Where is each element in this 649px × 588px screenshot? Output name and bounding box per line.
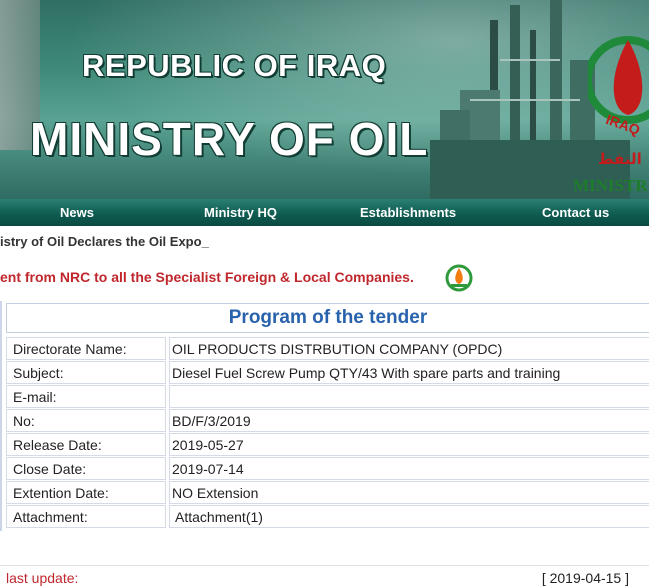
table-row: Extention Date: NO Extension	[6, 481, 649, 504]
table-row: E-mail:	[6, 385, 649, 408]
table-row: Directorate Name: OIL PRODUCTS DISTRBUTI…	[6, 337, 649, 360]
table-row: Release Date: 2019-05-27	[6, 433, 649, 456]
announcement-line[interactable]: ent from NRC to all the Specialist Forei…	[0, 269, 414, 285]
row-value: 2019-07-14	[169, 457, 649, 480]
nav-contact-us[interactable]: Contact us	[542, 205, 609, 220]
tender-heading: Program of the tender	[6, 303, 649, 333]
row-value: NO Extension	[169, 481, 649, 504]
row-label: Close Date:	[6, 457, 166, 480]
page-footer: last update: [ 2019-04-15 ]	[0, 565, 649, 588]
table-row: Close Date: 2019-07-14	[6, 457, 649, 480]
nav-establishments[interactable]: Establishments	[360, 205, 456, 220]
table-frame	[0, 301, 2, 531]
header-banner: REPUBLIC OF IRAQ MINISTRY OF OIL IRAQ ال…	[0, 0, 649, 199]
row-label: E-mail:	[6, 385, 166, 408]
row-label: Directorate Name:	[6, 337, 166, 360]
row-value-cell: Attachment(1)	[169, 505, 649, 528]
row-label: No:	[6, 409, 166, 432]
last-update-date: [ 2019-04-15 ]	[541, 570, 629, 586]
banner-title-republic: REPUBLIC OF IRAQ	[82, 48, 387, 83]
row-label: Attachment:	[6, 505, 166, 528]
nav-news[interactable]: News	[60, 205, 94, 220]
ministry-logo-icon: IRAQ	[588, 36, 649, 138]
row-label: Subject:	[6, 361, 166, 384]
nav-ministry-hq[interactable]: Ministry HQ	[204, 205, 277, 220]
row-value: 2019-05-27	[169, 433, 649, 456]
row-value: OIL PRODUCTS DISTRBUTION COMPANY (OPDC)	[169, 337, 649, 360]
table-row: Attachment: Attachment(1)	[6, 505, 649, 528]
row-value: BD/F/3/2019	[169, 409, 649, 432]
news-ticker-line[interactable]: istry of Oil Declares the Oil Expo_	[0, 234, 209, 249]
row-label: Extention Date:	[6, 481, 166, 504]
row-label: Release Date:	[6, 433, 166, 456]
last-update-label: last update:	[6, 570, 79, 586]
row-value	[169, 385, 649, 408]
row-value: Diesel Fuel Screw Pump QTY/43 With spare…	[169, 361, 649, 384]
oil-drop-icon	[445, 264, 473, 292]
table-row: No: BD/F/3/2019	[6, 409, 649, 432]
table-row: Subject: Diesel Fuel Screw Pump QTY/43 W…	[6, 361, 649, 384]
attachment-link[interactable]: Attachment(1)	[172, 509, 263, 525]
banner-ministry-label: MINISTR	[573, 176, 648, 195]
banner-arabic-text: النفط	[598, 150, 642, 168]
main-navigation: News Ministry HQ Establishments Contact …	[0, 199, 649, 226]
banner-title-ministry: MINISTRY OF OIL	[30, 113, 429, 165]
